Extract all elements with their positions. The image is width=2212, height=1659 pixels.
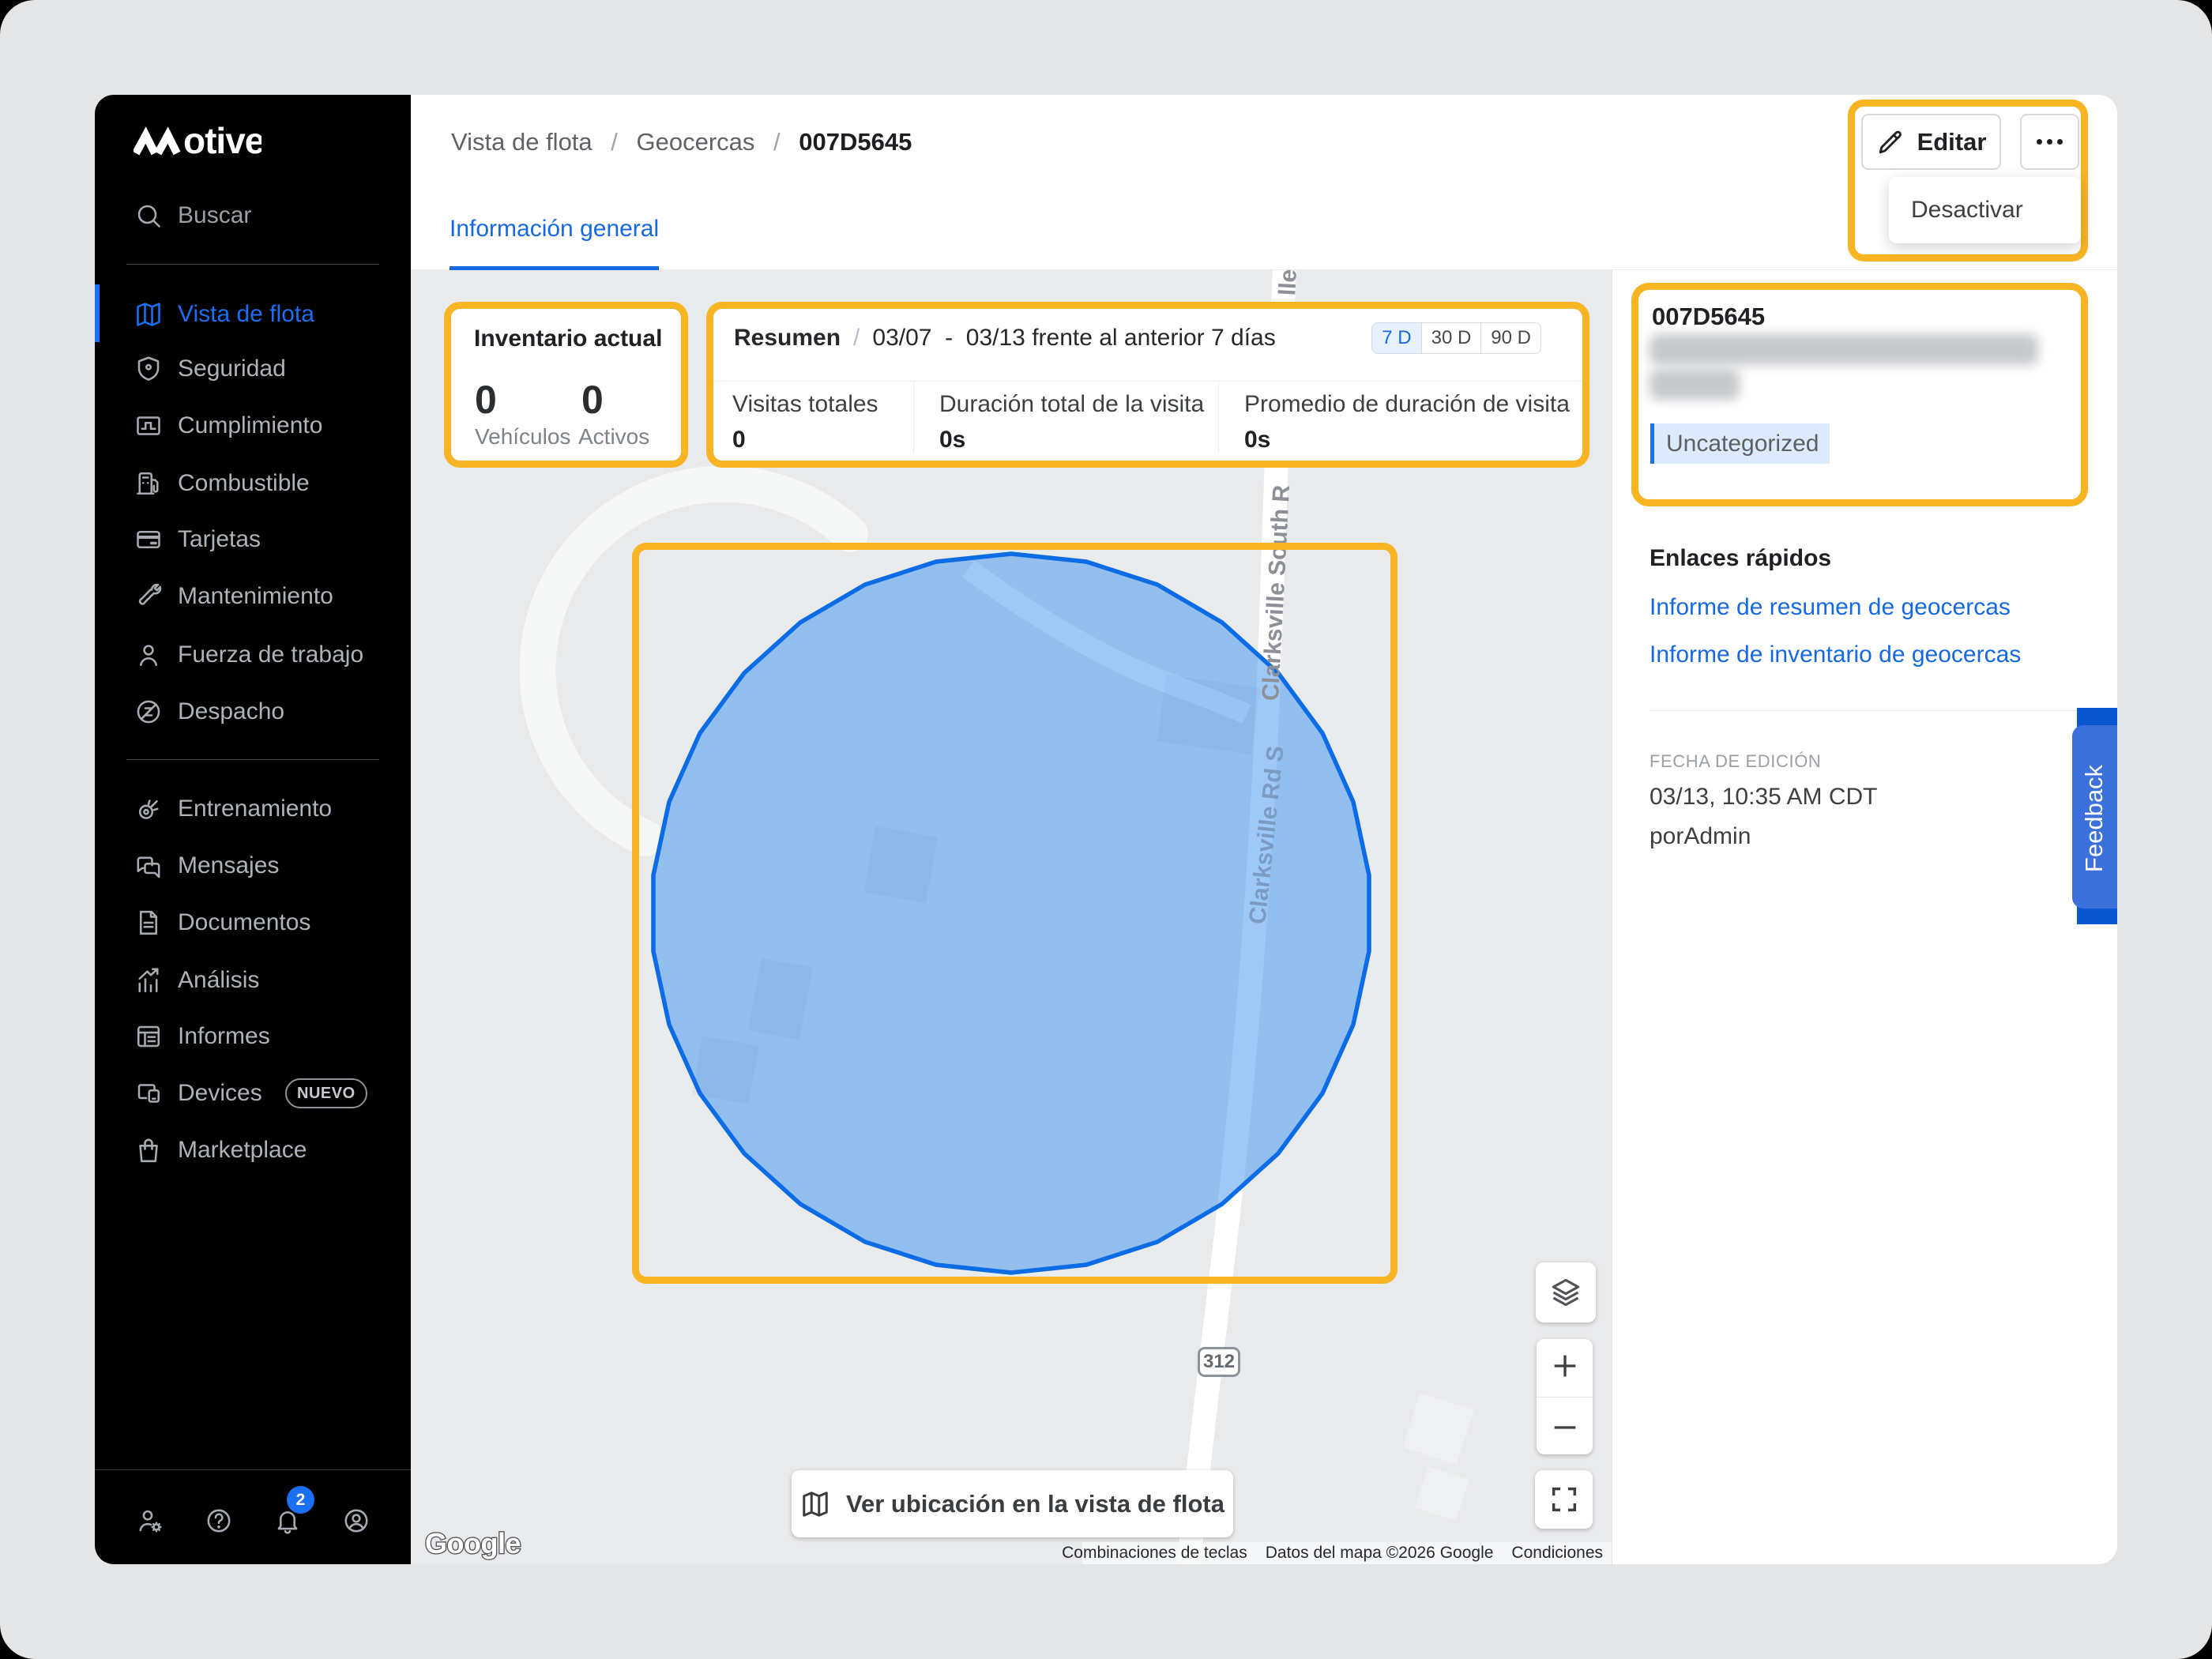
svg-text:otive: otive (183, 123, 261, 156)
svg-text:Google: Google (425, 1527, 521, 1559)
svg-text:lle: lle (1274, 270, 1302, 296)
